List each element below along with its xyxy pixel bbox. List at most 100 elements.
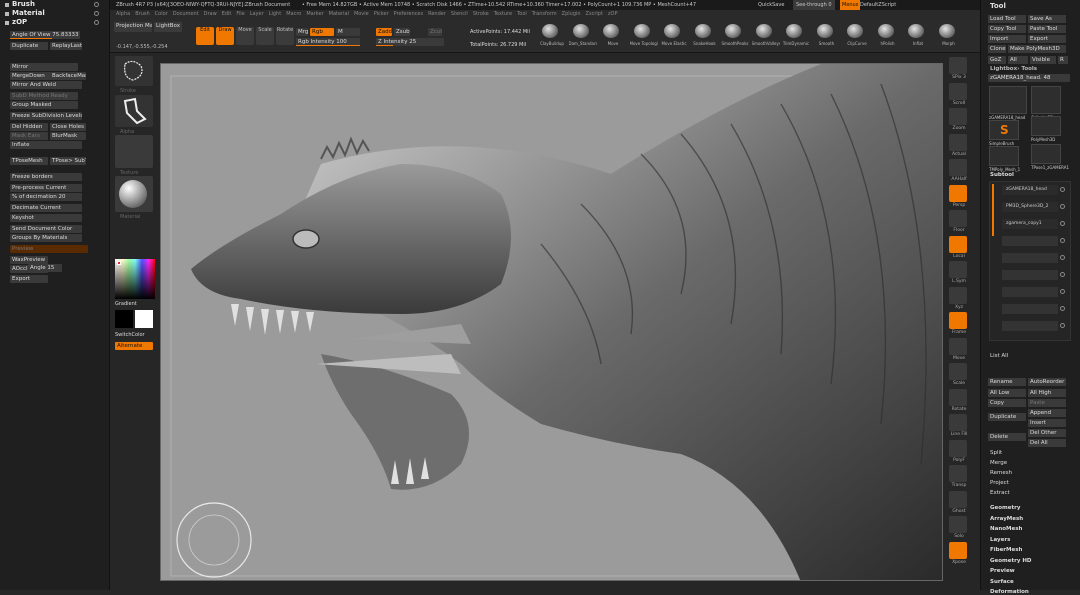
section-geometry[interactable]: Geometry xyxy=(990,505,1020,511)
color-picker[interactable] xyxy=(115,259,155,299)
tool-import-button[interactable]: Import xyxy=(988,35,1026,43)
subtool-insert-button[interactable]: Insert xyxy=(1028,419,1066,427)
default-zscript-button[interactable]: DefaultZScript xyxy=(860,0,896,10)
zop-blurmask-button[interactable]: BlurMask xyxy=(50,132,86,140)
scale-button[interactable]: Scale xyxy=(256,27,274,45)
menu-render[interactable]: Render xyxy=(428,11,446,17)
zop-decimate-current-button[interactable]: Decimate Current xyxy=(10,204,82,212)
menu-macro[interactable]: Macro xyxy=(286,11,301,17)
menu-marker[interactable]: Marker xyxy=(306,11,323,17)
m-button[interactable]: M xyxy=(336,28,360,36)
material-thumb[interactable] xyxy=(115,176,153,212)
subtool-row-8[interactable] xyxy=(1002,304,1058,314)
subtool-project-button[interactable]: Project xyxy=(988,479,1068,487)
menu-zscript[interactable]: Zscript xyxy=(586,11,603,17)
subtool-row-9[interactable] xyxy=(1002,321,1058,331)
tool-paste-tool-button[interactable]: Paste Tool xyxy=(1028,25,1066,33)
zop-preview-button[interactable]: Preview xyxy=(10,245,88,253)
main-color-swatch[interactable] xyxy=(115,310,133,328)
subtool-eye-icon-5[interactable] xyxy=(1060,255,1065,260)
menu-transform[interactable]: Transform xyxy=(532,11,557,17)
subtool-delete-button[interactable]: Delete xyxy=(988,433,1026,441)
tool-clone-button[interactable]: Clone xyxy=(988,45,1006,53)
brush-smooth-icon[interactable] xyxy=(816,24,833,38)
section-layers[interactable]: Layers xyxy=(990,537,1010,543)
section-arraymesh[interactable]: ArrayMesh xyxy=(990,516,1023,522)
lightbox-button[interactable]: LightBox xyxy=(154,22,182,32)
zop-keyshot-button[interactable]: Keyshot xyxy=(10,214,82,222)
subtool-eye-icon-4[interactable] xyxy=(1060,238,1065,243)
menu-file[interactable]: File xyxy=(236,11,244,17)
rt-xpose-button[interactable] xyxy=(949,541,967,559)
menu-movie[interactable]: Movie xyxy=(354,11,369,17)
zop-export-button[interactable]: Export xyxy=(10,275,48,283)
subtool-rename-button[interactable]: Rename xyxy=(988,378,1026,386)
subtool-remesh-button[interactable]: Remesh xyxy=(988,469,1068,477)
brush-claybuildup-icon[interactable] xyxy=(542,24,558,38)
move-button[interactable]: Move xyxy=(236,27,254,45)
zcut-button[interactable]: Zcut xyxy=(428,28,442,36)
menu-tool[interactable]: Tool xyxy=(517,11,527,17)
z-intensity-slider[interactable]: Z Intensity 25 xyxy=(376,38,444,46)
brush-trimdynamic-icon[interactable] xyxy=(786,24,802,38)
lightbox-tools-label[interactable]: Lightbox› Tools xyxy=(990,66,1037,72)
zop-del-hidden-button[interactable]: Del Hidden xyxy=(10,123,48,131)
alternate-button[interactable]: Alternate xyxy=(115,342,153,350)
zop-angle-15-button[interactable]: Angle 15 xyxy=(28,264,62,272)
rt-frame-button[interactable] xyxy=(949,312,967,329)
tool-thumb-cylinder3d[interactable] xyxy=(1031,86,1061,114)
rt-xyz-button[interactable] xyxy=(949,286,967,304)
angle-of-view-slider[interactable]: Angle Of View 75.83333 xyxy=(10,31,80,39)
brush-smoothpeaks-icon[interactable] xyxy=(725,24,741,38)
material-menu-header[interactable]: Material xyxy=(0,9,109,18)
brush-move-topological-icon[interactable] xyxy=(633,24,650,38)
zop-replaylast-button[interactable]: ReplayLast xyxy=(50,42,82,50)
tool-goz-button[interactable]: GoZ xyxy=(988,56,1006,64)
rt-actual-button[interactable] xyxy=(949,133,967,151)
menu-zplugin[interactable]: Zplugin xyxy=(562,11,581,17)
tool-visible-button[interactable]: Visible xyxy=(1030,56,1056,64)
subtool-append-button[interactable]: Append xyxy=(1028,409,1066,417)
rt-aahalf-button[interactable] xyxy=(949,159,967,176)
gizmo-outer-ring[interactable] xyxy=(176,502,252,578)
subtool-eye-icon-6[interactable] xyxy=(1060,272,1065,277)
rt-l-sym-button[interactable] xyxy=(949,261,967,278)
menu-zop[interactable]: zOP xyxy=(608,11,618,17)
draw-button[interactable]: Draw xyxy=(216,27,234,45)
tool-save-as-button[interactable]: Save As xyxy=(1028,15,1066,23)
brush-inflat-icon[interactable] xyxy=(908,24,924,38)
tool-thumb-tpose1-zgamera18[interactable] xyxy=(1031,144,1061,164)
subtool-del-all-button[interactable]: Del All xyxy=(1028,439,1066,447)
quicksave-button[interactable]: QuickSave xyxy=(758,0,784,10)
rt-scale-button[interactable] xyxy=(949,363,967,380)
menu-layer[interactable]: Layer xyxy=(250,11,264,17)
menu-texture[interactable]: Texture xyxy=(494,11,512,17)
subtool-extract-button[interactable]: Extract xyxy=(988,489,1068,497)
viewport-canvas[interactable] xyxy=(160,63,943,581)
zop-freeze-borders-button[interactable]: Freeze borders xyxy=(10,173,82,181)
section-preview[interactable]: Preview xyxy=(990,568,1015,574)
rgb-button[interactable]: Rgb xyxy=(310,28,334,36)
subtool-row-1[interactable]: zGAMERA18_head xyxy=(1002,185,1058,195)
zop-tpose-subt-button[interactable]: TPose> SubT xyxy=(50,157,86,165)
tool-copy-tool-button[interactable]: Copy Tool xyxy=(988,25,1026,33)
subtool-paste-button[interactable]: Paste xyxy=(1028,399,1066,407)
menu-brush[interactable]: Brush xyxy=(135,11,149,17)
brush-clipcurve-icon[interactable] xyxy=(847,24,863,38)
zop-waxpreview-button[interactable]: WaxPreview xyxy=(10,256,48,264)
section-surface[interactable]: Surface xyxy=(990,579,1014,585)
rt-rotate-button[interactable] xyxy=(949,388,967,406)
tool-make-polymesh3d-button[interactable]: Make PolyMesh3D xyxy=(1008,45,1066,53)
zop-mirror-and-weld-button[interactable]: Mirror And Weld xyxy=(10,81,82,89)
current-tool-slider[interactable]: zGAMERA18_head. 48 xyxy=(988,74,1070,82)
brush-move-elastic-icon[interactable] xyxy=(664,24,680,38)
rt-scroll-button[interactable] xyxy=(949,82,967,100)
subtool-row-6[interactable] xyxy=(1002,270,1058,280)
zop-mirror-button[interactable]: Mirror xyxy=(10,63,78,71)
menu-document[interactable]: Document xyxy=(173,11,199,17)
pin-icon[interactable] xyxy=(94,20,99,25)
tool-thumb-polymesh3d[interactable] xyxy=(1031,116,1061,136)
list-all-button[interactable]: List All xyxy=(988,352,1008,360)
zop-pre-process-current-button[interactable]: Pre-process Current xyxy=(10,184,82,192)
switchcolor-button[interactable]: SwitchColor xyxy=(115,332,145,338)
